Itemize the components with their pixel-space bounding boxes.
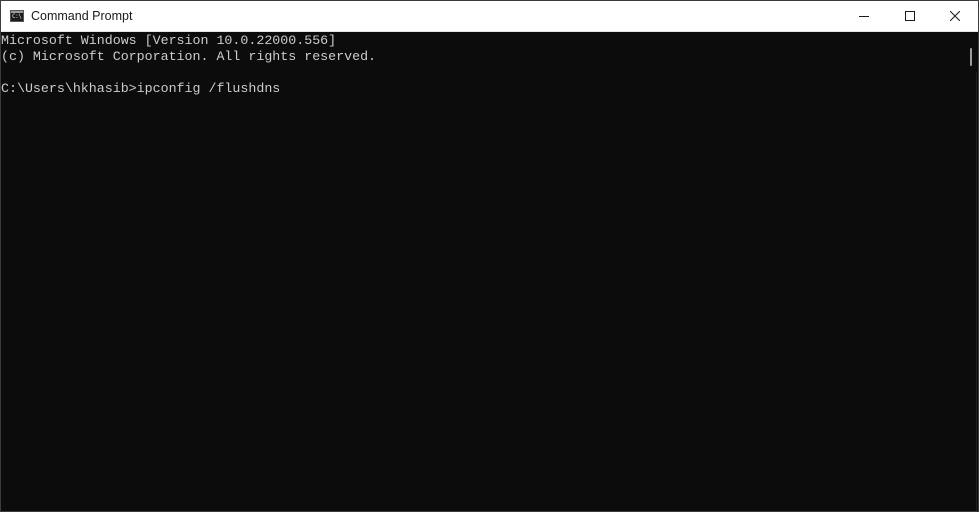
title-bar[interactable]: C:\ Command Prompt	[1, 1, 978, 32]
vertical-scrollbar[interactable]	[967, 32, 978, 511]
cmd-icon[interactable]: C:\	[10, 10, 24, 22]
minimize-button[interactable]	[841, 1, 887, 31]
maximize-icon	[905, 11, 915, 21]
window-title: Command Prompt	[31, 9, 133, 23]
scrollbar-track	[976, 72, 977, 511]
console-prompt-line[interactable]: C:\Users\hkhasib>ipconfig /flushdns	[1, 81, 967, 97]
command-prompt-window: C:\ Command Prompt Microsoft Windows [Ve…	[0, 0, 979, 512]
cmd-icon-label: C:\	[12, 13, 22, 20]
maximize-button[interactable]	[887, 1, 933, 31]
minimize-icon	[859, 16, 869, 17]
close-button[interactable]	[932, 1, 978, 31]
scrollbar-thumb[interactable]	[970, 48, 972, 66]
console-line: Microsoft Windows [Version 10.0.22000.55…	[1, 33, 337, 48]
console-output[interactable]: Microsoft Windows [Version 10.0.22000.55…	[1, 32, 967, 511]
close-icon	[950, 11, 960, 21]
console-line: (c) Microsoft Corporation. All rights re…	[1, 49, 377, 64]
